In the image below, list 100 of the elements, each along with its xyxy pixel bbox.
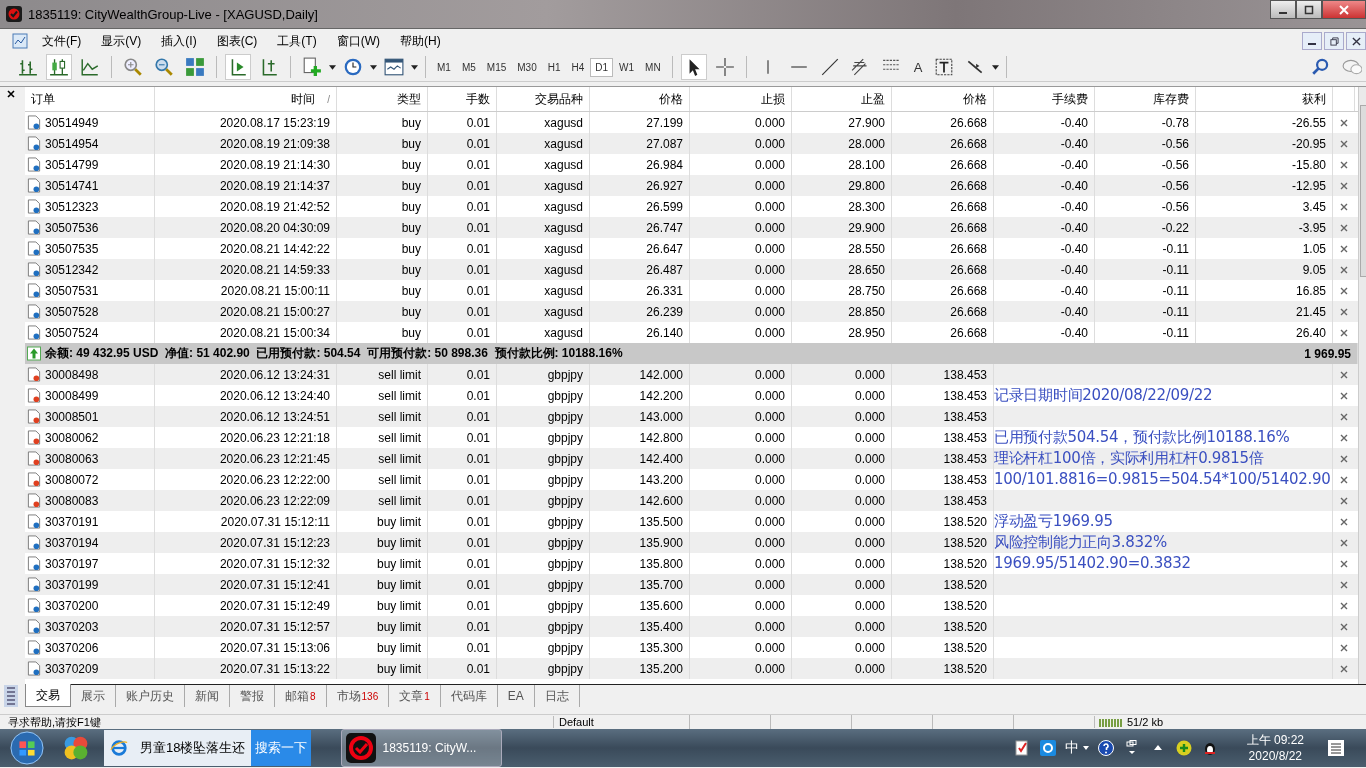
table-cell: buy limit: [337, 616, 428, 637]
browser-icon: [110, 739, 128, 757]
table-cell: 2020.06.23 12:21:45: [155, 448, 337, 469]
timeframe-button[interactable]: M1: [433, 58, 455, 76]
table-cell: 26.668: [892, 217, 994, 238]
menu-item[interactable]: 文件(F): [32, 32, 92, 50]
timeframe-button[interactable]: M15: [482, 58, 511, 76]
app-logo-icon: [346, 733, 377, 763]
column-header[interactable]: 库存费: [1095, 87, 1196, 111]
caret-icon[interactable]: [329, 64, 336, 70]
minimize-button[interactable]: [1302, 32, 1322, 50]
app-icon[interactable]: [62, 734, 90, 762]
caret-icon[interactable]: [992, 64, 1000, 70]
window-title: 1835119: CityWealthGroup-Live - [XAGUSD,Daily]: [28, 6, 318, 22]
menu-item[interactable]: 工具(T): [267, 32, 327, 50]
close-button[interactable]: [1322, 0, 1366, 19]
column-header[interactable]: 价格: [892, 87, 994, 111]
input-method-indicator[interactable]: 中: [1064, 739, 1079, 757]
timeframe-button[interactable]: H4: [567, 58, 589, 76]
app-taskbar-item[interactable]: 1835119: CityW...: [341, 729, 503, 767]
timeframe-button[interactable]: M5: [457, 58, 480, 76]
timeframe-button[interactable]: M30: [513, 58, 541, 76]
menu-item[interactable]: 显示(V): [91, 32, 152, 50]
table-cell: 0.01: [428, 406, 497, 427]
tab[interactable]: 代码库: [440, 685, 498, 707]
table-cell: 2020.08.21 14:59:33: [155, 259, 337, 280]
help-icon[interactable]: [1097, 740, 1114, 756]
annotation-text: 1969.95/51402.90=0.3832: [994, 555, 1191, 572]
table-cell: 2020.07.31 15:13:22: [155, 658, 337, 679]
tab[interactable]: 新闻: [185, 685, 230, 707]
table-cell: 0.000: [792, 406, 892, 427]
tab[interactable]: 账户历史: [116, 685, 185, 707]
traffic-text: 51/2 kb: [1127, 716, 1164, 728]
plus-circle-icon[interactable]: [1175, 740, 1192, 756]
table-cell: 27.087: [590, 133, 690, 154]
tab[interactable]: EA: [497, 685, 535, 707]
window-switch-icon[interactable]: [1123, 740, 1140, 756]
table-cell: 0.000: [690, 406, 792, 427]
q-app-icon[interactable]: [1039, 740, 1056, 756]
table-cell: 0.000: [792, 490, 892, 511]
column-header[interactable]: 获利: [1196, 87, 1333, 111]
table-cell: 30507528: [25, 301, 155, 322]
table-cell: 0.01: [428, 217, 497, 238]
column-header[interactable]: 订单: [25, 87, 155, 111]
column-header[interactable]: 止盈: [792, 87, 892, 111]
tile-windows-icon[interactable]: [183, 55, 207, 79]
table-cell: gbpjpy: [497, 532, 590, 553]
cursor-icon[interactable]: [681, 55, 706, 79]
minimize-icon: [1279, 11, 1287, 14]
table-cell: 26.668: [892, 259, 994, 280]
column-header[interactable]: 时间 /: [155, 87, 337, 111]
table-cell: 135.200: [590, 658, 690, 679]
menu-item[interactable]: 窗口(W): [326, 32, 390, 50]
caret-icon[interactable]: [370, 64, 377, 70]
column-header[interactable]: 交易品种: [497, 87, 590, 111]
start-button[interactable]: [10, 731, 44, 765]
table-cell: gbpjpy: [497, 364, 590, 385]
tab[interactable]: 展示: [71, 685, 116, 707]
column-header[interactable]: 手续费: [994, 87, 1095, 111]
maximize-button[interactable]: [1296, 0, 1322, 19]
table-cell: 30507536: [25, 217, 155, 238]
text-tool-button[interactable]: A: [908, 59, 928, 75]
document-icon[interactable]: [1013, 740, 1030, 756]
chart-shift-icon[interactable]: [226, 55, 250, 79]
table-cell: 0.000: [690, 658, 792, 679]
timeframe-button[interactable]: W1: [615, 58, 639, 76]
table-cell: 30512342: [25, 259, 155, 280]
minimize-button[interactable]: [1270, 0, 1296, 19]
column-header[interactable]: 价格: [590, 87, 690, 111]
tab[interactable]: 警报: [230, 685, 275, 707]
table-cell: -20.95: [1196, 133, 1333, 154]
tab[interactable]: 日志: [534, 685, 580, 707]
panel-grip-icon[interactable]: [4, 685, 18, 707]
close-icon[interactable]: [7, 90, 15, 98]
timeframe-button[interactable]: MN: [641, 58, 665, 76]
caret-icon[interactable]: [1082, 746, 1089, 750]
table-cell: 26.487: [590, 259, 690, 280]
table-cell: -0.22: [1095, 217, 1196, 238]
notification-icon[interactable]: [1326, 738, 1346, 758]
close-button[interactable]: [1346, 32, 1366, 50]
column-header[interactable]: 手数: [428, 87, 497, 111]
annotation-text: 100/101.8816=0.9815=504.54*100/51402.90: [994, 471, 1331, 488]
table-cell: 0.000: [792, 532, 892, 553]
table-cell: sell limit: [337, 406, 428, 427]
menu-item[interactable]: 图表(C): [206, 32, 268, 50]
caret-icon[interactable]: [411, 64, 418, 70]
search-button[interactable]: 搜索一下: [251, 730, 312, 766]
table-cell: 135.700: [590, 574, 690, 595]
menu-item[interactable]: 插入(I): [151, 32, 207, 50]
candlestick-icon[interactable]: [47, 55, 71, 79]
table-cell: 30370209: [25, 658, 155, 679]
browser-taskbar-item[interactable]: 男童18楼坠落生还 搜索一下: [104, 730, 312, 766]
timeframe-button[interactable]: H1: [543, 58, 565, 76]
tab[interactable]: 交易: [25, 684, 71, 707]
chart-window-icon[interactable]: [12, 33, 28, 49]
menu-item[interactable]: 帮助(H): [390, 32, 451, 50]
timeframe-button[interactable]: D1: [591, 58, 613, 76]
column-header[interactable]: 止损: [690, 87, 792, 111]
restore-button[interactable]: [1324, 32, 1344, 50]
column-header[interactable]: 类型: [337, 87, 428, 111]
